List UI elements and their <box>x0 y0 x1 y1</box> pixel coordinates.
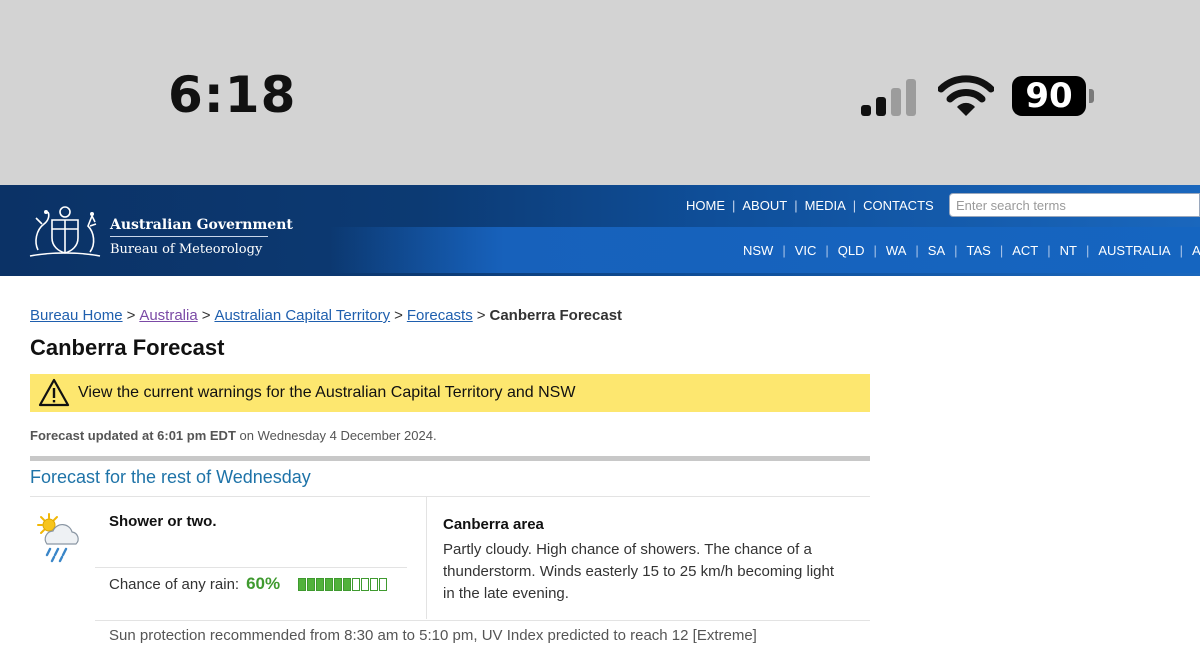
nav-separator: | <box>852 198 857 213</box>
region-separator: | <box>999 243 1004 258</box>
rain-bar-segment <box>316 577 325 591</box>
section-rule <box>30 496 870 497</box>
region-nsw[interactable]: NSW <box>743 243 773 258</box>
rain-chance-bar <box>298 577 388 591</box>
region-separator: | <box>825 243 829 258</box>
breadcrumb-act[interactable]: Australian Capital Territory <box>214 307 390 324</box>
top-nav: HOME | ABOUT | MEDIA | CONTACTS <box>686 198 934 213</box>
rain-rule <box>95 567 407 568</box>
status-time: 6:18 <box>168 66 297 124</box>
breadcrumb-forecasts[interactable]: Forecasts <box>407 307 473 324</box>
breadcrumb-bureau-home[interactable]: Bureau Home <box>30 307 123 324</box>
region-separator: | <box>1179 243 1183 258</box>
region-australia[interactable]: AUSTRALIA <box>1098 243 1170 258</box>
rain-chance-row: Chance of any rain: 60% <box>109 574 388 594</box>
breadcrumb-separator: > <box>201 307 211 324</box>
region-nt[interactable]: NT <box>1060 243 1077 258</box>
region-separator: | <box>1085 243 1090 258</box>
battery-level: 90 <box>1012 76 1086 116</box>
area-forecast-text: Partly cloudy. High chance of showers. T… <box>443 541 835 602</box>
breadcrumb-separator: > <box>126 307 136 324</box>
wifi-icon <box>938 75 994 116</box>
rain-bar-segment <box>379 577 388 591</box>
page-title: Canberra Forecast <box>30 335 225 360</box>
region-separator: | <box>954 243 958 258</box>
region-separator: | <box>782 243 786 258</box>
cellular-signal-icon <box>861 79 916 116</box>
region-separator: | <box>915 243 919 258</box>
region-antarctica[interactable]: AI <box>1192 243 1200 258</box>
rain-chance-label: Chance of any rain: <box>109 575 240 593</box>
rain-bar-segment <box>343 577 352 591</box>
nav-separator: | <box>794 198 798 213</box>
warning-banner[interactable]: View the current warnings for the Austra… <box>30 374 870 412</box>
breadcrumb: Bureau Home > Australia > Australian Capital… <box>30 307 622 324</box>
forecast-updated: Forecast updated at 6:01 pm EDT on Wedne… <box>30 428 437 443</box>
uv-forecast: Sun protection recommended from 8:30 am … <box>109 627 757 644</box>
forecast-updated-date: on Wednesday 4 December 2024. <box>235 428 437 443</box>
battery-cap <box>1089 89 1094 103</box>
rain-bar-segment <box>370 577 379 591</box>
forecast-summary: Shower or two. <box>109 513 217 530</box>
breadcrumb-separator: > <box>394 307 403 324</box>
breadcrumb-separator: > <box>476 307 486 324</box>
region-separator: | <box>1047 243 1051 258</box>
uv-rule <box>95 620 870 621</box>
rain-bar-segment <box>298 577 307 591</box>
rain-bar-segment <box>325 577 334 591</box>
region-act[interactable]: ACT <box>1012 243 1038 258</box>
rain-bar-segment <box>352 577 361 591</box>
region-wa[interactable]: WA <box>886 243 906 258</box>
search-input[interactable] <box>949 193 1200 217</box>
battery-icon: 90 <box>1012 76 1094 118</box>
area-title: Canberra area <box>443 516 544 533</box>
rain-bar-segment <box>334 577 343 591</box>
bureau-name[interactable]: Bureau of Meteorology <box>110 242 262 257</box>
nav-about[interactable]: ABOUT <box>742 198 787 213</box>
rain-bar-segment <box>307 577 316 591</box>
rain-chance-value: 60% <box>246 574 281 593</box>
region-separator: | <box>873 243 877 258</box>
breadcrumb-australia[interactable]: Australia <box>139 307 197 324</box>
coat-of-arms-icon[interactable] <box>24 200 106 262</box>
gov-name[interactable]: Australian Government <box>110 217 293 233</box>
region-tas[interactable]: TAS <box>967 243 991 258</box>
status-bar: 6:18 90 <box>0 0 1200 185</box>
forecast-updated-time: Forecast updated at 6:01 pm EDT <box>30 428 236 443</box>
warning-triangle-icon <box>38 378 70 407</box>
region-nav: NSW | VIC | QLD | WA | SA | TAS | ACT | NT | AUS… <box>743 243 1200 258</box>
nav-home[interactable]: HOME <box>686 198 725 213</box>
region-sa[interactable]: SA <box>928 243 945 258</box>
shower-cloud-sun-icon <box>37 513 79 563</box>
region-qld[interactable]: QLD <box>838 243 865 258</box>
forecast-section-title: Forecast for the rest of Wednesday <box>30 467 311 487</box>
column-separator <box>426 497 427 619</box>
nav-contacts[interactable]: CONTACTS <box>863 198 934 213</box>
nav-media[interactable]: MEDIA <box>805 198 846 213</box>
nav-separator: | <box>732 198 736 213</box>
breadcrumb-current: Canberra Forecast <box>489 307 623 324</box>
rain-bar-segment <box>361 577 370 591</box>
logo-divider <box>110 236 268 237</box>
region-vic[interactable]: VIC <box>795 243 817 258</box>
section-divider <box>30 456 870 461</box>
warning-link[interactable]: View the current warnings for the Austra… <box>78 384 575 402</box>
